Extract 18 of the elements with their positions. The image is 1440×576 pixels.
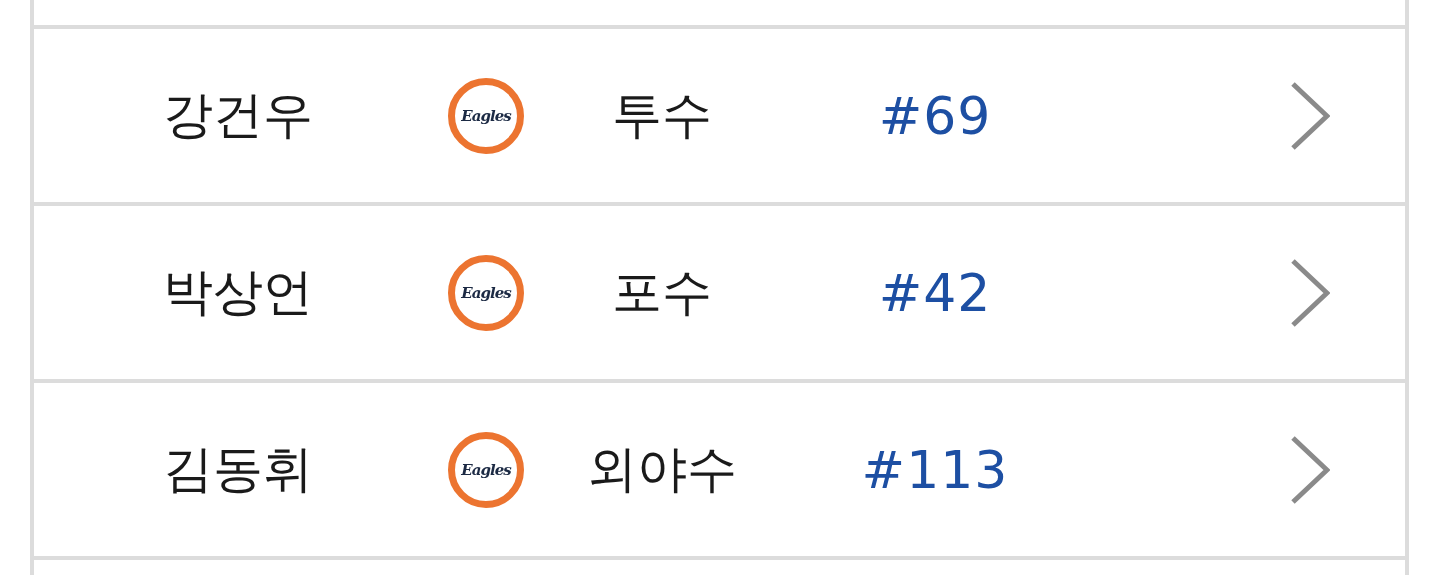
team-logo: Eagles	[448, 254, 524, 331]
player-position: 투수	[612, 85, 712, 146]
chevron-right-icon	[1290, 80, 1330, 151]
player-name: 강건우	[163, 85, 313, 146]
player-row[interactable]: 박상언 Eagles 포수 #42	[34, 202, 1405, 379]
jersey-number: #113	[861, 439, 1009, 500]
jersey-number: #42	[878, 262, 992, 323]
chevron-right-icon	[1290, 434, 1330, 505]
jersey-number: #69	[878, 85, 992, 146]
player-row[interactable]: 강건우 Eagles 투수 #69	[34, 25, 1405, 202]
player-name: 김동휘	[163, 439, 313, 500]
team-logo: Eagles	[448, 77, 524, 154]
player-position: 포수	[612, 262, 712, 323]
player-position: 외야수	[587, 439, 737, 500]
chevron-right-icon	[1290, 257, 1330, 328]
player-row[interactable]: 김동휘 Eagles 외야수 #113	[34, 379, 1405, 556]
team-logo: Eagles	[448, 431, 524, 508]
player-name: 박상언	[163, 262, 313, 323]
